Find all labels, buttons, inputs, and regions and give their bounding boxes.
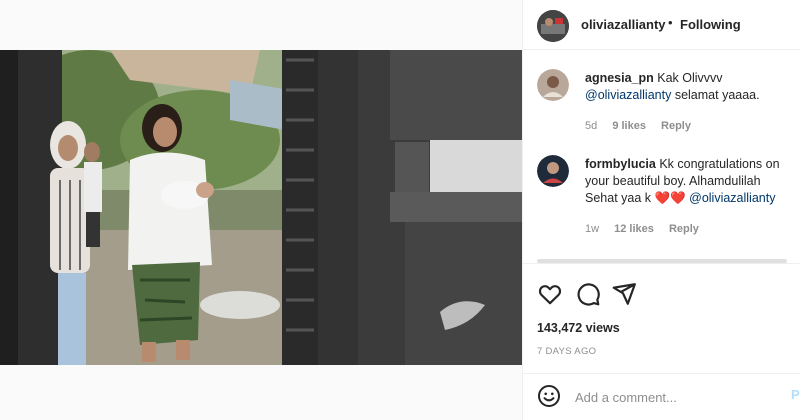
comment-bubble-icon[interactable]: [575, 281, 601, 307]
smiley-icon[interactable]: [537, 384, 561, 408]
commenter-avatar-image: [537, 69, 569, 101]
comment-meta: 5d 9 likes Reply: [585, 120, 703, 132]
post-video[interactable]: [0, 50, 522, 365]
post-header: oliviazallianty • Following: [523, 0, 800, 50]
commenter-avatar-image: [537, 155, 569, 187]
post-comment-button[interactable]: P: [791, 387, 800, 402]
emoji-icon-glyph: [538, 385, 560, 407]
like-icon-glyph: [538, 285, 562, 305]
comment-reply-button[interactable]: Reply: [661, 120, 691, 132]
share-icon-glyph: [612, 283, 636, 305]
comment-age: 1w: [585, 223, 600, 235]
heart-emoji: ❤️❤️: [654, 191, 686, 205]
post-actions: 143,472 views 7 DAYS AGO: [523, 263, 800, 373]
comment-text: Kak Olivvvv: [657, 71, 723, 85]
commenter-avatar[interactable]: [537, 155, 569, 187]
author-avatar-image: [537, 10, 569, 42]
author-username[interactable]: oliviazallianty: [581, 17, 666, 32]
add-comment-bar: P: [523, 373, 800, 420]
author-avatar[interactable]: [537, 10, 569, 42]
comment-reply-button[interactable]: Reply: [669, 223, 699, 235]
comment-icon-glyph: [577, 283, 600, 306]
post-date: 7 DAYS AGO: [537, 346, 597, 357]
comment-input[interactable]: [575, 386, 775, 408]
comment-username[interactable]: agnesia_pn: [585, 71, 654, 85]
post-side-panel: oliviazallianty • Following agnesia_pn K…: [522, 0, 800, 420]
view-count[interactable]: 143,472 views: [537, 321, 620, 335]
heart-outline-icon[interactable]: [537, 281, 563, 307]
comments-list[interactable]: agnesia_pn Kak Olivvvv @oliviazallianty …: [523, 51, 800, 263]
comment-likes[interactable]: 9 likes: [612, 120, 646, 132]
comment-mention[interactable]: @oliviazallianty: [689, 191, 775, 205]
comment-likes[interactable]: 12 likes: [614, 223, 654, 235]
commenter-avatar[interactable]: [537, 69, 569, 101]
comment-username[interactable]: formbylucia: [585, 157, 656, 171]
comment-age: 5d: [585, 120, 598, 132]
comment-meta: 1w 12 likes Reply: [585, 223, 711, 235]
comment-body: formbylucia Kk congratulations on your b…: [585, 156, 791, 207]
comment-text-tail: selamat yaaaa.: [674, 88, 760, 102]
comment-mention[interactable]: @oliviazallianty: [585, 88, 671, 102]
header-separator: •: [668, 15, 673, 30]
video-frame: [0, 50, 522, 365]
comment-body: agnesia_pn Kak Olivvvv @oliviazallianty …: [585, 70, 791, 104]
paper-plane-icon[interactable]: [611, 281, 637, 307]
following-button[interactable]: Following: [680, 17, 741, 32]
